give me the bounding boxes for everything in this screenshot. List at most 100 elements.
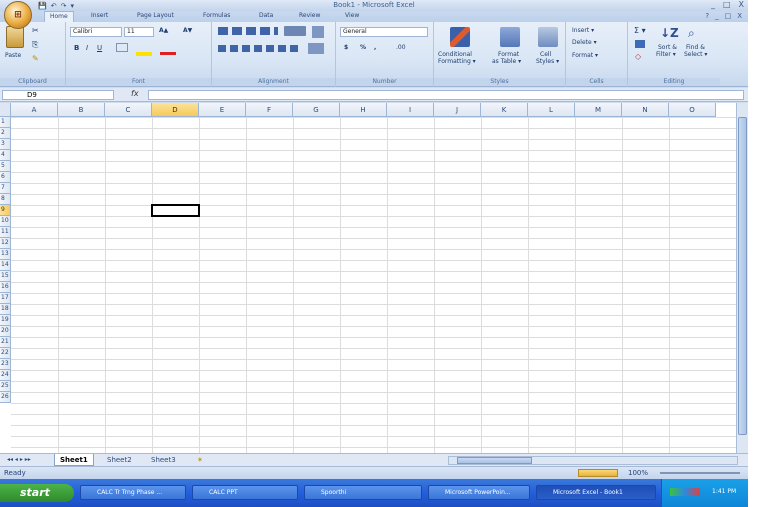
taskbar-item-powerpoint[interactable]: Microsoft PowerPoin... <box>428 485 530 500</box>
column-header-a[interactable]: A <box>11 103 58 117</box>
clear-icon[interactable]: ◇ <box>635 52 641 61</box>
row-header-10[interactable]: 10 <box>0 216 11 227</box>
sheet-tab-sheet3[interactable]: Sheet3 <box>146 454 181 466</box>
column-header-n[interactable]: N <box>622 103 669 117</box>
sheet-tab-sheet2[interactable]: Sheet2 <box>102 454 137 466</box>
row-header-16[interactable]: 16 <box>0 282 11 293</box>
row-header-8[interactable]: 8 <box>0 194 11 205</box>
row-header-20[interactable]: 20 <box>0 326 11 337</box>
workbook-close-button[interactable]: X <box>737 12 742 20</box>
start-button[interactable]: start <box>0 484 74 502</box>
taskbar-item-spoorthi[interactable]: Spoorthi <box>304 485 422 500</box>
column-header-h[interactable]: H <box>340 103 387 117</box>
row-header-12[interactable]: 12 <box>0 238 11 249</box>
row-header-15[interactable]: 15 <box>0 271 11 282</box>
find-select-button[interactable]: Find & <box>686 44 705 51</box>
font-name-select[interactable]: Calibri <box>70 27 122 37</box>
workbook-restore-button[interactable]: □ <box>725 12 732 20</box>
font-size-select[interactable]: 11 <box>124 27 154 37</box>
row-header-18[interactable]: 18 <box>0 304 11 315</box>
zoom-level[interactable]: 100% <box>628 469 648 477</box>
column-header-l[interactable]: L <box>528 103 575 117</box>
currency-button[interactable]: $ <box>344 44 348 51</box>
find-select-button-2[interactable]: Select ▾ <box>684 51 707 58</box>
tab-data[interactable]: Data <box>259 12 273 19</box>
column-header-k[interactable]: K <box>481 103 528 117</box>
format-cells-button[interactable]: Format ▾ <box>572 52 598 59</box>
column-header-b[interactable]: B <box>58 103 105 117</box>
column-header-c[interactable]: C <box>105 103 152 117</box>
percent-button[interactable]: % <box>360 44 366 51</box>
row-header-4[interactable]: 4 <box>0 150 11 161</box>
row-header-5[interactable]: 5 <box>0 161 11 172</box>
zoom-slider[interactable] <box>660 472 740 474</box>
bold-button[interactable]: B <box>74 44 79 52</box>
taskbar-item-calc-trng[interactable]: CALC Tr Trng Phase ... <box>80 485 186 500</box>
row-header-25[interactable]: 25 <box>0 381 11 392</box>
active-cell[interactable] <box>151 204 200 217</box>
row-header-2[interactable]: 2 <box>0 128 11 139</box>
name-box[interactable]: D9 <box>2 90 114 100</box>
format-table-button-2[interactable]: as Table ▾ <box>492 58 521 65</box>
cell-styles-button-2[interactable]: Styles ▾ <box>536 58 559 65</box>
cell-styles-button[interactable]: Cell <box>540 51 551 58</box>
cut-icon[interactable]: ✂ <box>32 26 39 35</box>
format-table-button[interactable]: Format <box>498 51 519 58</box>
tab-home[interactable]: Home <box>44 11 74 22</box>
column-header-f[interactable]: F <box>246 103 293 117</box>
format-painter-icon[interactable]: ✎ <box>32 54 39 63</box>
find-select-icon[interactable]: ⌕ <box>688 26 695 41</box>
help-icon[interactable]: ? <box>705 12 709 20</box>
tab-insert[interactable]: Insert <box>91 12 108 19</box>
tab-review[interactable]: Review <box>299 12 320 19</box>
row-header-9[interactable]: 9 <box>0 205 11 216</box>
sort-filter-button[interactable]: Sort & <box>658 44 677 51</box>
underline-button[interactable]: U <box>97 44 102 52</box>
row-header-6[interactable]: 6 <box>0 172 11 183</box>
column-header-g[interactable]: G <box>293 103 340 117</box>
select-all-corner[interactable] <box>0 103 11 117</box>
conditional-formatting-button[interactable]: Conditional <box>438 51 472 58</box>
conditional-formatting-icon[interactable] <box>450 27 470 47</box>
vertical-align-icons[interactable] <box>218 27 278 35</box>
wrap-text-icon[interactable] <box>312 26 324 38</box>
sort-filter-button-2[interactable]: Filter ▾ <box>656 51 676 58</box>
vertical-scroll-thumb[interactable] <box>738 117 747 435</box>
cell-area[interactable] <box>11 117 736 453</box>
column-header-e[interactable]: E <box>199 103 246 117</box>
cell-styles-icon[interactable] <box>538 27 558 47</box>
row-header-11[interactable]: 11 <box>0 227 11 238</box>
row-header-26[interactable]: 26 <box>0 392 11 403</box>
maximize-button[interactable]: □ <box>723 0 731 9</box>
shrink-font-button[interactable]: A▼ <box>183 27 192 34</box>
horizontal-align-icons[interactable] <box>218 45 298 52</box>
format-table-icon[interactable] <box>500 27 520 47</box>
formula-input[interactable] <box>148 90 744 100</box>
borders-icon[interactable] <box>116 43 128 52</box>
tab-view[interactable]: View <box>345 12 359 19</box>
delete-cells-button[interactable]: Delete ▾ <box>572 39 597 46</box>
tab-formulas[interactable]: Formulas <box>203 12 230 19</box>
row-header-13[interactable]: 13 <box>0 249 11 260</box>
comma-button[interactable]: , <box>374 44 376 51</box>
row-header-24[interactable]: 24 <box>0 370 11 381</box>
paste-icon[interactable] <box>6 26 24 48</box>
sheet-nav-buttons[interactable]: ◂◂ ◂ ▸ ▸▸ <box>2 454 36 466</box>
row-header-7[interactable]: 7 <box>0 183 11 194</box>
column-header-m[interactable]: M <box>575 103 622 117</box>
column-header-d[interactable]: D <box>152 103 199 117</box>
column-header-i[interactable]: I <box>387 103 434 117</box>
row-header-1[interactable]: 1 <box>0 117 11 128</box>
font-color-icon[interactable] <box>160 52 176 55</box>
insert-function-icon[interactable]: fx <box>131 89 139 98</box>
taskbar-item-calc-ppt[interactable]: CALC PPT <box>192 485 298 500</box>
column-header-j[interactable]: J <box>434 103 481 117</box>
taskbar-item-excel[interactable]: Microsoft Excel - Book1 <box>536 485 656 500</box>
conditional-formatting-button-2[interactable]: Formatting ▾ <box>438 58 476 65</box>
office-button[interactable]: ⊞ <box>4 1 32 29</box>
fill-icon[interactable] <box>635 40 645 48</box>
row-header-21[interactable]: 21 <box>0 337 11 348</box>
number-format-select[interactable]: General <box>340 27 428 37</box>
orientation-icon[interactable] <box>284 26 306 36</box>
horizontal-scrollbar[interactable] <box>448 456 738 465</box>
